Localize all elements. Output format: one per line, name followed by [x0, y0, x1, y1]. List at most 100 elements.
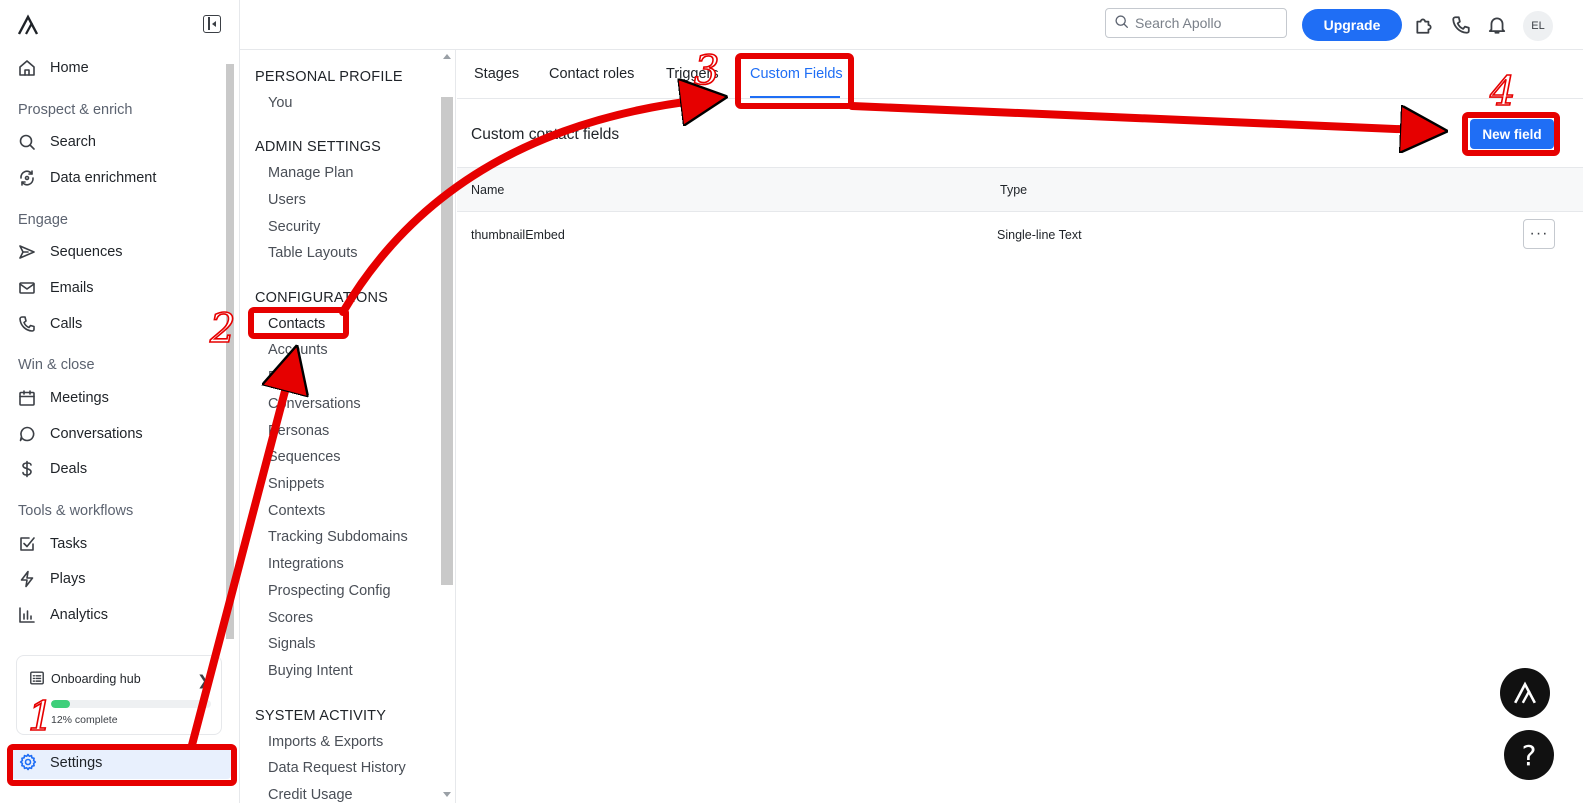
checkbox-icon — [18, 535, 36, 553]
new-field-button[interactable]: New field — [1470, 119, 1554, 149]
global-search[interactable] — [1105, 8, 1287, 38]
submenu-item-conversations[interactable]: Conversations — [268, 396, 361, 412]
nav-item-label: Meetings — [50, 390, 109, 406]
nav-item-plays[interactable]: Plays — [18, 565, 218, 593]
nav-item-label: Tasks — [50, 536, 88, 552]
collapse-sidebar-icon[interactable] — [203, 15, 221, 33]
mail-icon — [18, 279, 36, 297]
nav-item-settings[interactable]: Settings — [10, 747, 231, 779]
chat-bubble-icon — [18, 425, 36, 443]
nav-item-emails[interactable]: Emails — [18, 274, 218, 302]
phone-icon — [18, 315, 36, 333]
puzzle-extension-icon[interactable] — [1414, 15, 1434, 35]
bell-icon[interactable] — [1487, 15, 1507, 35]
top-bar: Upgrade EL — [240, 0, 1583, 50]
user-avatar[interactable]: EL — [1523, 11, 1553, 41]
submenu-item-imports-exports[interactable]: Imports & Exports — [268, 734, 383, 750]
nav-item-data-enrichment[interactable]: Data enrichment — [18, 164, 218, 192]
tab-bar: Stages Contact roles Triggers Custom Fie… — [457, 50, 1583, 99]
column-header-name[interactable]: Name — [471, 183, 504, 197]
nav-item-label: Settings — [50, 755, 103, 771]
nav-item-label: Home — [50, 60, 89, 76]
submenu-item-data-request-history[interactable]: Data Request History — [268, 760, 406, 776]
tab-custom-fields[interactable]: Custom Fields — [750, 66, 843, 82]
column-header-type[interactable]: Type — [1000, 183, 1027, 197]
nav-item-sequences[interactable]: Sequences — [18, 238, 218, 266]
nav-scrollbar[interactable] — [224, 56, 236, 646]
search-icon — [18, 133, 36, 151]
submenu-item-users[interactable]: Users — [268, 192, 306, 208]
submenu-item-credit-usage[interactable]: Credit Usage — [268, 787, 353, 803]
refresh-data-icon — [18, 169, 36, 187]
submenu-item-buying-intent[interactable]: Buying Intent — [268, 663, 353, 679]
submenu-item-manage-plan[interactable]: Manage Plan — [268, 165, 353, 181]
submenu-scrollbar[interactable] — [440, 50, 454, 803]
nav-item-label: Analytics — [50, 607, 109, 623]
onboarding-hub-card[interactable]: Onboarding hub ❯ 12% complete — [16, 655, 222, 735]
submenu-item-signals[interactable]: Signals — [268, 636, 316, 652]
submenu-item-contacts[interactable]: Contacts — [268, 316, 325, 332]
nav-item-analytics[interactable]: Analytics — [18, 601, 218, 629]
submenu-item-table-layouts[interactable]: Table Layouts — [268, 245, 357, 261]
upgrade-button[interactable]: Upgrade — [1302, 9, 1402, 41]
nav-item-search[interactable]: Search — [18, 128, 218, 156]
bar-chart-icon — [18, 606, 36, 624]
checklist-icon — [29, 670, 45, 689]
nav-item-label: Search — [50, 134, 96, 150]
gear-icon — [19, 753, 37, 774]
submenu-item-snippets[interactable]: Snippets — [268, 476, 324, 492]
nav-item-meetings[interactable]: Meetings — [18, 384, 218, 412]
table-header: Name Type — [457, 167, 1583, 212]
tab-stages[interactable]: Stages — [474, 66, 519, 82]
submenu-item-you[interactable]: You — [268, 95, 292, 111]
search-icon — [1114, 14, 1129, 32]
nav-item-label: Data enrichment — [50, 170, 157, 186]
nav-section-tools: Tools & workflows — [18, 503, 134, 519]
nav-item-label: Calls — [50, 316, 83, 332]
nav-item-home[interactable]: Home — [18, 54, 218, 82]
nav-item-calls[interactable]: Calls — [18, 310, 218, 338]
left-nav: Home Prospect & enrich Search Data enric… — [0, 0, 240, 803]
submenu-item-sequences[interactable]: Sequences — [268, 449, 341, 465]
nav-item-tasks[interactable]: Tasks — [18, 530, 218, 558]
nav-section-prospect: Prospect & enrich — [18, 102, 133, 118]
question-mark-icon: ? — [1521, 738, 1537, 772]
nav-item-label: Plays — [50, 571, 86, 587]
nav-item-label: Sequences — [50, 244, 123, 260]
nav-item-conversations[interactable]: Conversations — [18, 420, 218, 448]
lightning-icon — [18, 570, 36, 588]
submenu-item-deals[interactable]: Deals — [268, 369, 305, 385]
nav-section-win: Win & close — [18, 357, 95, 373]
apollo-logo-icon[interactable] — [17, 14, 39, 36]
field-name-cell: thumbnailEmbed — [471, 228, 565, 242]
tab-triggers[interactable]: Triggers — [666, 66, 719, 82]
submenu-heading-configurations: CONFIGURATIONS — [255, 290, 389, 306]
nav-item-label: Deals — [50, 461, 88, 477]
nav-section-engage: Engage — [18, 212, 68, 228]
submenu-item-personas[interactable]: Personas — [268, 423, 329, 439]
calendar-icon — [18, 389, 36, 407]
nav-item-deals[interactable]: Deals — [18, 455, 218, 483]
submenu-item-accounts[interactable]: Accounts — [268, 342, 328, 358]
row-more-actions-button[interactable]: ··· — [1523, 219, 1555, 249]
submenu-item-integrations[interactable]: Integrations — [268, 556, 344, 572]
submenu-item-scores[interactable]: Scores — [268, 610, 313, 626]
settings-submenu: PERSONAL PROFILE You ADMIN SETTINGS Mana… — [240, 50, 456, 803]
search-input[interactable] — [1135, 15, 1275, 31]
send-icon — [18, 243, 36, 261]
section-title: Custom contact fields — [471, 126, 620, 143]
submenu-heading-personal-profile: PERSONAL PROFILE — [255, 69, 403, 85]
table-row[interactable]: thumbnailEmbed Single-line Text — [457, 212, 1583, 258]
dollar-icon — [18, 460, 36, 478]
nav-item-label: Emails — [50, 280, 94, 296]
phone-icon[interactable] — [1451, 15, 1471, 35]
tab-contact-roles[interactable]: Contact roles — [549, 66, 634, 82]
submenu-item-tracking-subdomains[interactable]: Tracking Subdomains — [268, 529, 408, 545]
submenu-item-contexts[interactable]: Contexts — [268, 503, 325, 519]
help-button[interactable]: ? — [1504, 730, 1554, 780]
submenu-item-prospecting-config[interactable]: Prospecting Config — [268, 583, 391, 599]
apollo-assistant-button[interactable] — [1500, 668, 1550, 718]
submenu-heading-admin-settings: ADMIN SETTINGS — [255, 139, 382, 155]
field-type-cell: Single-line Text — [997, 228, 1082, 242]
submenu-item-security[interactable]: Security — [268, 219, 320, 235]
